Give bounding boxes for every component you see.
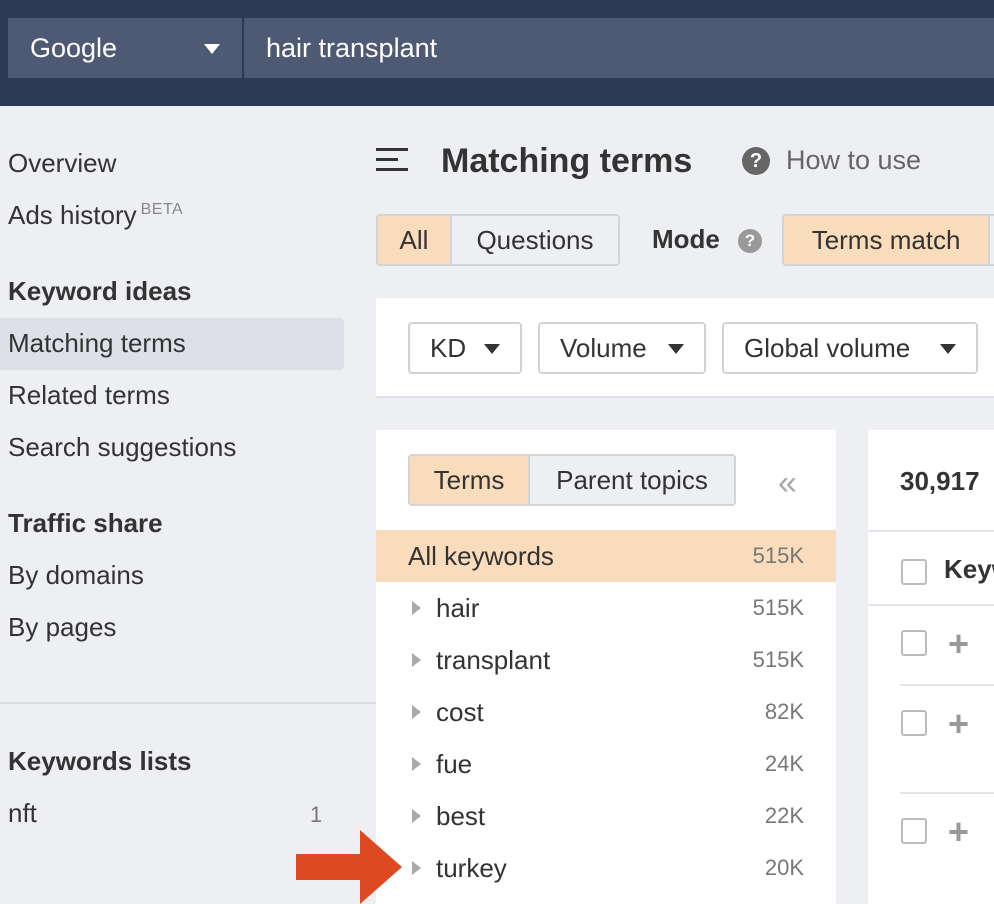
top-bar: Google hair transplant — [0, 0, 994, 106]
term-row[interactable]: fue 24K — [376, 738, 836, 790]
term-label: transplant — [436, 644, 551, 675]
term-row[interactable]: hair 515K — [376, 582, 836, 634]
keyword-query-text: hair transplant — [266, 32, 438, 63]
tab-all[interactable]: All — [378, 216, 450, 264]
term-count: 82K — [764, 699, 804, 724]
term-row[interactable]: best 22K — [376, 790, 836, 842]
term-count: 20K — [764, 855, 804, 880]
global-volume-filter-dropdown[interactable]: Global volume — [722, 322, 978, 374]
term-count: 515K — [752, 595, 804, 620]
term-label: hair — [436, 592, 480, 623]
result-count: 30,917 — [900, 466, 980, 496]
term-row[interactable]: cost 82K — [376, 686, 836, 738]
tab-parent-topics[interactable]: Parent topics — [528, 456, 734, 504]
select-all-checkbox[interactable] — [901, 559, 927, 585]
sidebar-divider — [0, 702, 376, 704]
term-label: turkey — [436, 852, 507, 883]
expand-triangle-icon[interactable] — [412, 601, 421, 615]
divider — [868, 530, 994, 532]
term-label: All keywords — [408, 540, 554, 571]
term-row[interactable]: transplant 515K — [376, 634, 836, 686]
sidebar-item-by-pages[interactable]: By pages — [8, 612, 116, 643]
sidebar-item-by-domains[interactable]: By domains — [8, 560, 144, 591]
search-engine-label: Google — [30, 32, 118, 63]
sidebar-item-ads-history-label: Ads history — [8, 200, 137, 230]
term-label: best — [436, 800, 486, 831]
sidebar-heading-keywords-lists: Keywords lists — [8, 746, 192, 776]
term-label: fue — [436, 748, 473, 779]
tab-questions[interactable]: Questions — [450, 216, 618, 264]
annotation-arrow-icon — [296, 830, 402, 904]
terms-panel: Terms Parent topics « All keywords 515K … — [376, 430, 836, 904]
menu-icon[interactable] — [376, 148, 408, 172]
column-header-keyword[interactable]: Keyw — [944, 554, 994, 585]
filter-panel: KD Volume Global volume — [376, 298, 994, 398]
sidebar-heading-keyword-ideas: Keyword ideas — [8, 276, 192, 306]
help-icon[interactable]: ? — [742, 147, 770, 175]
term-count: 515K — [752, 647, 804, 672]
chevron-down-icon — [668, 344, 684, 354]
expand-triangle-icon[interactable] — [412, 653, 421, 667]
term-count: 22K — [764, 803, 804, 828]
sidebar-item-search-suggestions[interactable]: Search suggestions — [8, 432, 236, 463]
mode-help-icon[interactable]: ? — [738, 229, 762, 253]
term-row[interactable]: turkey 20K — [376, 842, 836, 894]
tab-terms[interactable]: Terms — [410, 456, 528, 504]
sidebar-item-matching-terms[interactable]: Matching terms — [8, 328, 186, 359]
kd-filter-label: KD — [430, 332, 467, 363]
mode-label: Mode — [652, 224, 720, 254]
divider — [900, 684, 994, 686]
expand-triangle-icon[interactable] — [412, 757, 421, 771]
keyword-type-toggle: All Questions — [376, 214, 620, 266]
collapse-panel-icon[interactable]: « — [778, 466, 797, 500]
term-count: 515K — [752, 543, 804, 568]
expand-triangle-icon[interactable] — [412, 809, 421, 823]
add-to-list-plus-icon[interactable]: + — [948, 706, 969, 742]
divider — [900, 792, 994, 794]
mode-toggle: Terms match — [782, 214, 994, 266]
term-row-all-keywords[interactable]: All keywords 515K — [376, 530, 836, 582]
sidebar-item-related-terms[interactable]: Related terms — [8, 380, 170, 411]
volume-filter-dropdown[interactable]: Volume — [538, 322, 706, 374]
terms-view-toggle: Terms Parent topics — [408, 454, 736, 506]
how-to-use-link[interactable]: How to use — [786, 145, 921, 176]
beta-badge: BETA — [140, 201, 184, 219]
chevron-down-icon — [484, 344, 500, 354]
search-engine-select[interactable]: Google — [8, 18, 242, 78]
expand-triangle-icon[interactable] — [412, 861, 421, 875]
row-checkbox[interactable] — [901, 818, 927, 844]
divider — [868, 604, 994, 606]
keyword-search-input[interactable]: hair transplant — [244, 18, 994, 78]
page-title: Matching terms — [441, 142, 693, 180]
sidebar-heading-traffic-share: Traffic share — [8, 508, 163, 538]
term-label: cost — [436, 696, 484, 727]
volume-filter-label: Volume — [560, 332, 647, 363]
mode-next-option[interactable] — [988, 216, 994, 264]
keywords-list-count: 1 — [310, 802, 323, 827]
sidebar-item-ads-history[interactable]: Ads history BETA — [8, 200, 183, 231]
row-checkbox[interactable] — [901, 630, 927, 656]
global-volume-filter-label: Global volume — [744, 332, 911, 363]
kd-filter-dropdown[interactable]: KD — [408, 322, 522, 374]
add-to-list-plus-icon[interactable]: + — [948, 626, 969, 662]
chevron-down-icon — [940, 344, 956, 354]
mode-terms-match-button[interactable]: Terms match — [784, 216, 989, 264]
expand-triangle-icon[interactable] — [412, 705, 421, 719]
chevron-down-icon — [204, 44, 220, 54]
add-to-list-plus-icon[interactable]: + — [948, 814, 969, 850]
sidebar-item-overview[interactable]: Overview — [8, 148, 116, 179]
row-checkbox[interactable] — [901, 710, 927, 736]
results-panel: 30,917 Keyw + + + — [868, 430, 994, 904]
term-count: 24K — [764, 751, 804, 776]
keywords-list-item-nft[interactable]: nft — [8, 798, 37, 829]
